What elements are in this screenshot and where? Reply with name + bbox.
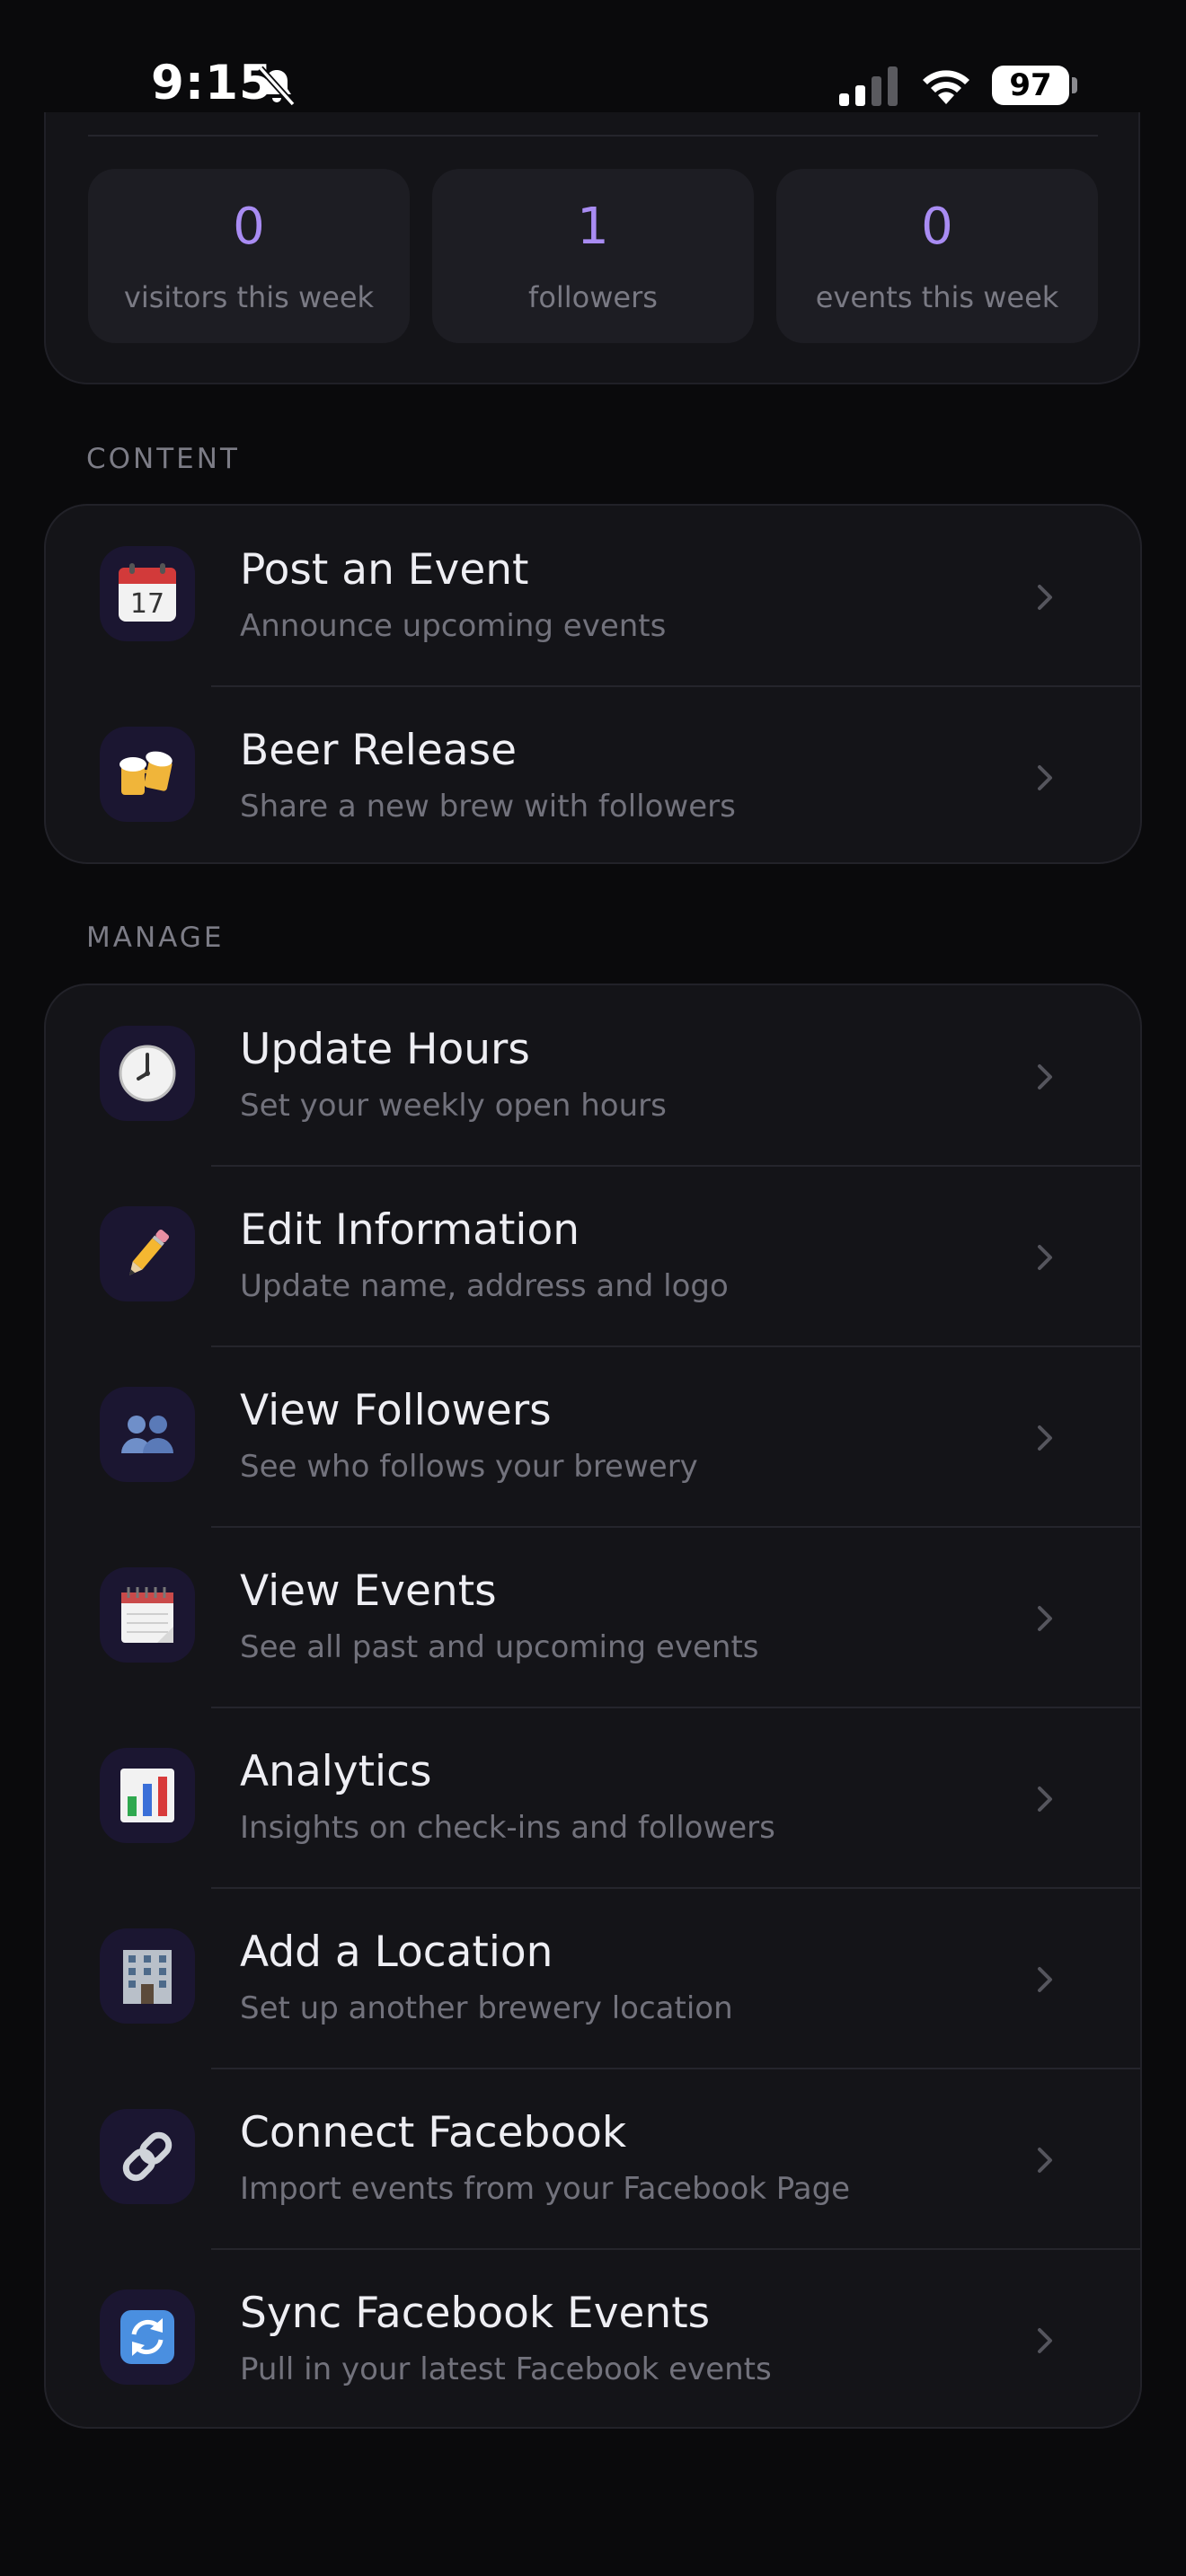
battery-level: 97 [992,66,1069,105]
wifi-icon [923,70,969,104]
menu-item-subtitle: Announce upcoming events [240,608,667,644]
content-menu-card: 17 Post an Event Announce upcoming event… [44,504,1142,864]
menu-item-view-followers[interactable]: View Followers See who follows your brew… [46,1345,1140,1527]
menu-item-title: Sync Facebook Events [240,2289,711,2338]
stat-label: events this week [815,280,1059,314]
menu-item-title: Analytics [240,1747,432,1796]
menu-item-title: Post an Event [240,545,529,595]
stat-value: 1 [577,198,609,256]
menu-item-view-events[interactable]: View Events See all past and upcoming ev… [46,1526,1140,1707]
cellular-signal-icon [839,66,898,106]
menu-item-add-location[interactable]: Add a Location Set up another brewery lo… [46,1887,1140,2069]
people-icon [100,1387,195,1482]
stat-events: 0 events this week [776,169,1098,343]
battery-nub [1072,77,1077,93]
section-header-manage: MANAGE [86,922,225,954]
menu-item-subtitle: See all past and upcoming events [240,1629,759,1665]
menu-item-subtitle: Pull in your latest Facebook events [240,2351,772,2387]
menu-item-title: Add a Location [240,1928,553,1977]
chevron-right-icon [1038,2148,1052,2173]
menu-item-title: View Followers [240,1386,552,1435]
menu-item-subtitle: Set up another brewery location [240,1990,733,2026]
sync-icon [100,2289,195,2385]
pencil-icon [100,1206,195,1301]
calendar-icon: 17 [100,546,195,641]
menu-item-title: Edit Information [240,1205,580,1255]
menu-item-post-event[interactable]: 17 Post an Event Announce upcoming event… [46,506,1140,686]
stat-value: 0 [921,198,953,256]
beer-mugs-icon [100,727,195,822]
menu-item-title: Connect Facebook [240,2108,627,2157]
manage-menu-card: Update Hours Set your weekly open hours … [44,984,1142,2429]
chevron-right-icon [1038,1064,1052,1090]
link-icon [100,2109,195,2204]
menu-item-update-hours[interactable]: Update Hours Set your weekly open hours [46,985,1140,1166]
menu-item-edit-information[interactable]: Edit Information Update name, address an… [46,1165,1140,1346]
menu-item-title: Beer Release [240,726,517,775]
menu-item-subtitle: See who follows your brewery [240,1449,698,1485]
stat-value: 0 [233,198,265,256]
stats-divider [88,135,1098,137]
menu-item-beer-release[interactable]: Beer Release Share a new brew with follo… [46,685,1140,862]
chevron-right-icon [1038,1967,1052,1992]
chevron-right-icon [1038,765,1052,790]
spiral-calendar-icon [100,1567,195,1663]
chevron-right-icon [1038,585,1052,610]
office-building-icon [100,1928,195,2024]
svg-text:17: 17 [130,588,164,620]
menu-item-subtitle: Insights on check-ins and followers [240,1810,775,1846]
stat-label: visitors this week [123,280,375,314]
bell-slash-icon [258,66,296,107]
menu-item-sync-facebook-events[interactable]: Sync Facebook Events Pull in your latest… [46,2248,1140,2427]
stat-followers: 1 followers [432,169,754,343]
menu-item-subtitle: Import events from your Facebook Page [240,2171,851,2207]
menu-item-subtitle: Update name, address and logo [240,1268,729,1304]
menu-item-subtitle: Share a new brew with followers [240,789,736,825]
menu-item-connect-facebook[interactable]: Connect Facebook Import events from your… [46,2068,1140,2249]
clock-icon [100,1026,195,1121]
stat-visitors: 0 visitors this week [88,169,410,343]
chevron-right-icon [1038,2328,1052,2353]
section-header-content: CONTENT [86,443,240,475]
status-bar: 9:15 97 [0,0,1186,112]
bar-chart-icon [100,1748,195,1843]
menu-item-title: View Events [240,1566,497,1616]
menu-item-subtitle: Set your weekly open hours [240,1088,667,1124]
chevron-right-icon [1038,1786,1052,1812]
menu-item-title: Update Hours [240,1025,530,1074]
stat-label: followers [528,280,658,314]
chevron-right-icon [1038,1425,1052,1451]
chevron-right-icon [1038,1606,1052,1631]
menu-item-analytics[interactable]: Analytics Insights on check-ins and foll… [46,1707,1140,1888]
chevron-right-icon [1038,1245,1052,1270]
